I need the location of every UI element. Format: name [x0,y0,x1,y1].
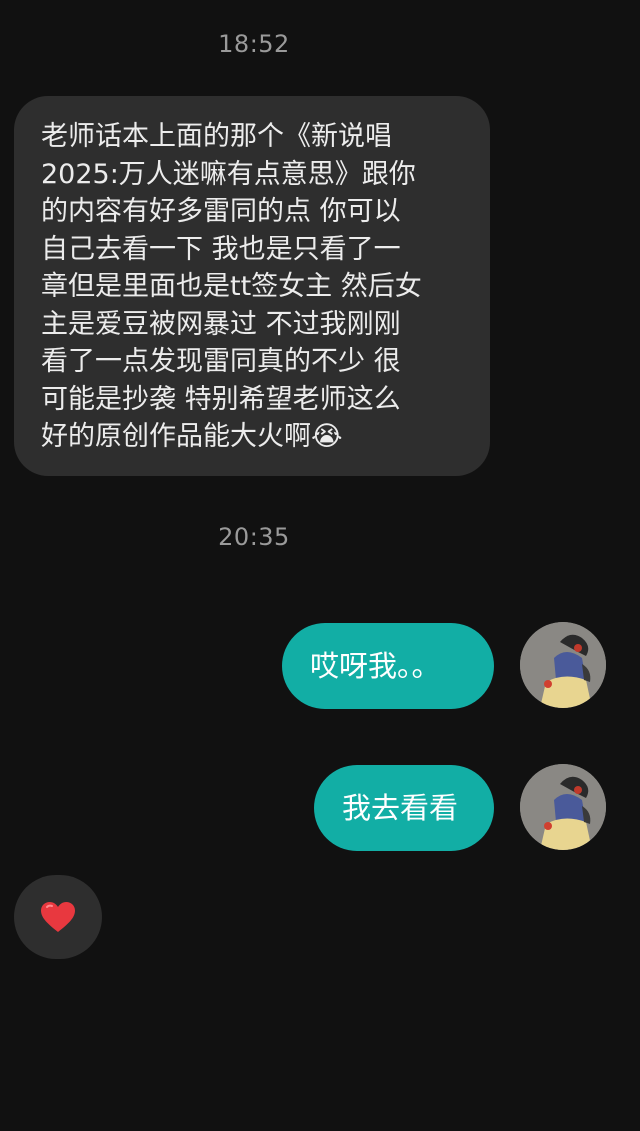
message-line: 老师话本上面的那个《新说唱 [41,121,392,152]
message-line: 自己去看一下 我也是只看了一 [41,233,401,265]
message-line: 2025:万人迷嘛有点意思》跟你 [41,158,416,190]
outgoing-message-text: 我去看看 [342,791,459,825]
user-avatar[interactable] [520,622,606,708]
message-line: 可能是抄袭 特别希望老师这么 [41,383,401,415]
message-line: 看了一点发现雷同真的不少 很 [41,346,401,377]
message-line: 章但是里面也是tt签女主 然后女 [41,271,422,302]
outgoing-message-text: 哎呀我。。 [310,649,441,683]
heart-icon [41,902,75,932]
avatar-illustration-icon [520,764,606,850]
heart-reaction-bubble[interactable] [14,875,102,959]
outgoing-message-bubble[interactable]: 哎呀我。。 [282,623,494,709]
timestamp-1852: 18:52 [218,30,290,58]
avatar-illustration-icon [520,622,606,708]
message-line: 好的原创作品能大火啊😭 [41,421,343,452]
message-line: 主是爱豆被网暴过 不过我刚刚 [41,308,401,340]
outgoing-message-bubble[interactable]: 我去看看 [314,765,494,851]
message-line: 的内容有好多雷同的点 你可以 [41,196,401,227]
timestamp-2035: 20:35 [218,523,290,551]
user-avatar[interactable] [520,764,606,850]
incoming-message-bubble[interactable]: 老师话本上面的那个《新说唱 2025:万人迷嘛有点意思》跟你 的内容有好多雷同的… [14,96,490,476]
